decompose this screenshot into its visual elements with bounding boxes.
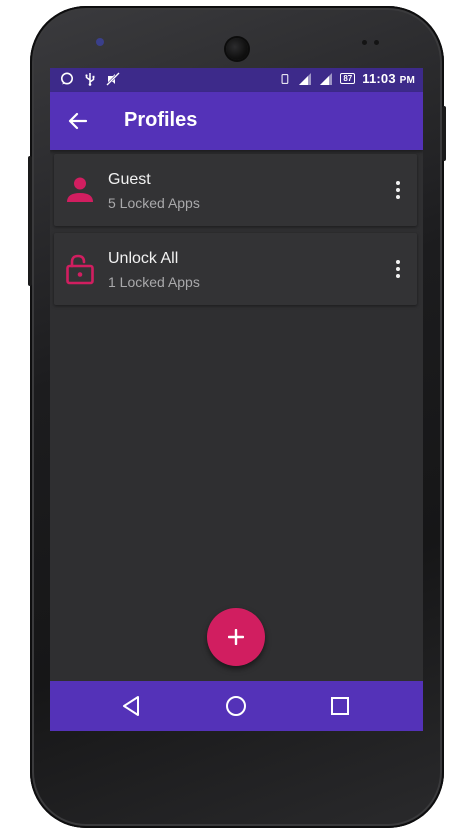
signal-icon: [320, 72, 333, 85]
profile-card-unlock-all[interactable]: Unlock All 1 Locked Apps: [54, 233, 417, 305]
volume-button: [28, 156, 32, 286]
earpiece-speaker: [226, 38, 248, 60]
profile-card-guest[interactable]: Guest 5 Locked Apps: [54, 154, 417, 226]
phone-outline-icon: [281, 73, 289, 84]
clock-ampm: PM: [399, 75, 415, 86]
profile-subtitle: 1 Locked Apps: [108, 274, 200, 290]
screen: 87 11:03 PM Profiles Guest 5 Locked Apps…: [50, 68, 423, 731]
back-triangle-icon[interactable]: [119, 693, 145, 719]
status-bar: 87 11:03 PM: [50, 68, 423, 92]
clock-time: 11:03: [362, 71, 396, 86]
home-circle-icon[interactable]: [223, 693, 249, 719]
app-bar: Profiles: [50, 92, 423, 150]
person-icon: [67, 177, 93, 202]
power-button: [442, 106, 446, 161]
usb-icon: [85, 73, 95, 86]
sensor-dot: [374, 40, 379, 45]
whatsapp-icon: [61, 72, 73, 85]
more-options-icon[interactable]: [387, 257, 409, 281]
profile-name: Guest: [108, 171, 151, 188]
recents-square-icon[interactable]: [327, 693, 353, 719]
front-camera: [96, 38, 104, 46]
unlocked-lock-icon: [66, 254, 94, 285]
mute-icon: [106, 72, 120, 86]
profile-name: Unlock All: [108, 250, 179, 267]
page-title: Profiles: [124, 109, 198, 131]
navigation-bar: [50, 681, 423, 731]
add-profile-button[interactable]: [207, 608, 265, 666]
arrow-left-icon[interactable]: [66, 109, 90, 133]
plus-icon: [228, 629, 244, 645]
more-options-icon[interactable]: [387, 178, 409, 202]
profile-subtitle: 5 Locked Apps: [108, 195, 200, 211]
status-clock: 11:03 PM: [362, 71, 415, 86]
signal-icon: [299, 72, 312, 85]
battery-icon: 87: [340, 73, 356, 84]
sensor-dot: [362, 40, 367, 45]
